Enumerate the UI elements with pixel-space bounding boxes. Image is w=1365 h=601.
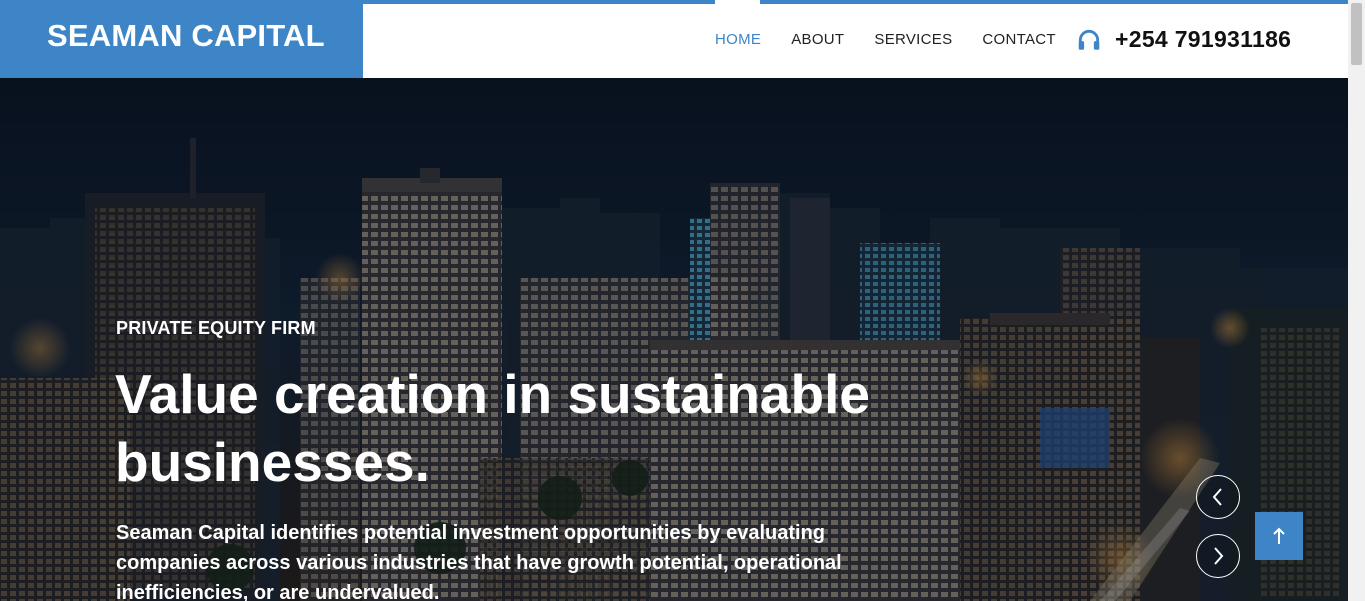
scrollbar-thumb[interactable] bbox=[1351, 3, 1362, 65]
hero-slider: PRIVATE EQUITY FIRM Value creation in su… bbox=[0, 78, 1348, 601]
nav-services[interactable]: SERVICES bbox=[874, 31, 952, 48]
arrow-up-icon bbox=[1273, 527, 1285, 544]
nav-home[interactable]: HOME bbox=[715, 31, 761, 48]
site-header: SEAMAN CAPITAL HOME ABOUT SERVICES CONTA… bbox=[0, 0, 1348, 78]
page-scrollbar[interactable] bbox=[1348, 0, 1365, 601]
chevron-right-icon bbox=[1214, 547, 1224, 565]
nav-about[interactable]: ABOUT bbox=[791, 31, 844, 48]
nav-contact[interactable]: CONTACT bbox=[982, 31, 1055, 48]
hero-headline: Value creation in sustainable businesses… bbox=[115, 363, 870, 493]
hero-description: Seaman Capital identifies potential inve… bbox=[116, 522, 842, 601]
header-accent-line bbox=[363, 0, 1348, 4]
back-to-top-button[interactable] bbox=[1255, 512, 1303, 560]
headphones-icon bbox=[1078, 29, 1100, 50]
phone-contact[interactable]: +254 791931186 bbox=[1076, 26, 1291, 53]
main-nav: HOME ABOUT SERVICES CONTACT bbox=[715, 31, 1086, 48]
hero-eyebrow: PRIVATE EQUITY FIRM bbox=[116, 318, 316, 338]
slider-prev-button[interactable] bbox=[1196, 475, 1240, 519]
phone-number: +254 791931186 bbox=[1115, 26, 1292, 52]
brand-logo[interactable]: SEAMAN CAPITAL bbox=[0, 0, 363, 78]
slider-next-button[interactable] bbox=[1196, 534, 1240, 578]
chevron-left-icon bbox=[1212, 488, 1222, 506]
active-nav-indicator bbox=[715, 0, 760, 4]
